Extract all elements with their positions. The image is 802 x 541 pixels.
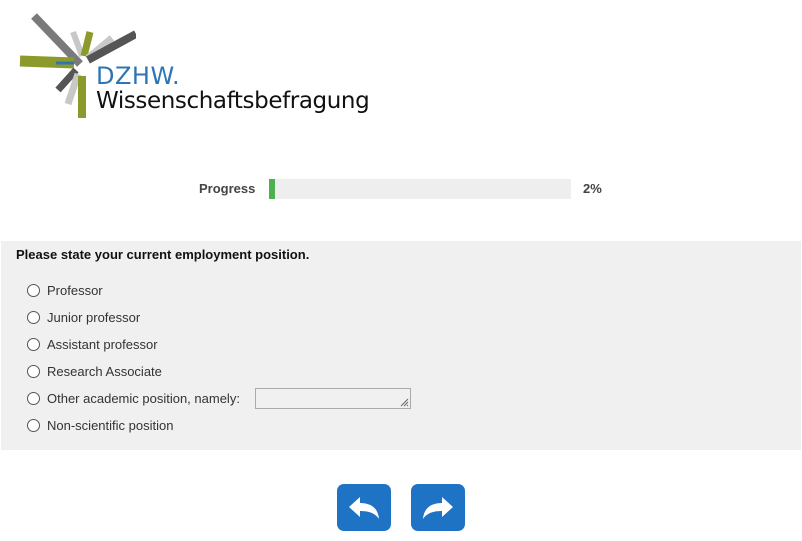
option-label: Research Associate — [47, 363, 162, 379]
question-title: Please state your current employment pos… — [16, 247, 310, 262]
progress-value: 2% — [583, 181, 602, 196]
option-junior-professor[interactable]: Junior professor — [27, 307, 140, 327]
option-professor[interactable]: Professor — [27, 280, 103, 300]
option-label: Other academic position, namely: — [47, 390, 240, 406]
arrow-next-icon — [423, 496, 453, 519]
progress-fill — [269, 179, 276, 199]
radio-non-scientific[interactable] — [27, 418, 40, 432]
arrow-back-icon — [349, 496, 379, 519]
progress-bar — [269, 179, 571, 199]
next-button[interactable] — [411, 484, 465, 531]
option-research-associate[interactable]: Research Associate — [27, 361, 162, 381]
radio-junior-professor[interactable] — [27, 310, 40, 324]
logo-subtitle: Wissenschaftsbefragung — [96, 88, 370, 114]
dzhw-logo: DZHW. Wissenschaftsbefragung — [16, 12, 396, 122]
option-non-scientific[interactable]: Non-scientific position — [27, 415, 173, 435]
resize-grip-icon[interactable] — [399, 397, 409, 407]
option-label: Junior professor — [47, 309, 141, 325]
radio-assistant-professor[interactable] — [27, 337, 40, 351]
progress-label: Progress — [199, 181, 256, 196]
option-label: Non-scientific position — [47, 417, 174, 433]
radio-professor[interactable] — [27, 283, 40, 297]
option-label: Professor — [47, 282, 103, 298]
back-button[interactable] — [337, 484, 391, 531]
question-panel: Please state your current employment pos… — [1, 241, 801, 450]
logo-brand-text: DZHW. — [96, 62, 181, 90]
option-assistant-professor[interactable]: Assistant professor — [27, 334, 158, 354]
option-label: Assistant professor — [47, 336, 158, 352]
radio-research-associate[interactable] — [27, 364, 40, 378]
radio-other-academic[interactable] — [27, 391, 40, 405]
other-position-field[interactable] — [255, 388, 411, 409]
option-other-academic[interactable]: Other academic position, namely: — [27, 388, 240, 408]
